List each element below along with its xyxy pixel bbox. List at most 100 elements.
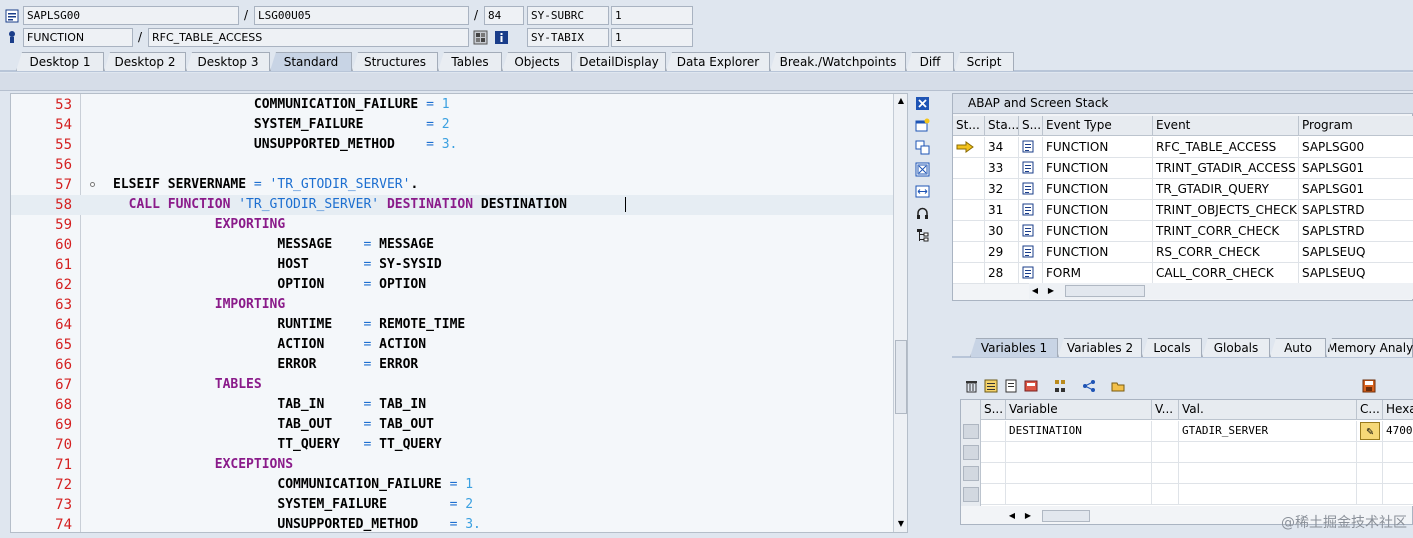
code-line[interactable]: 61 HOST = SY-SYSID (11, 255, 893, 275)
headset-icon[interactable] (914, 205, 931, 222)
variables-cell[interactable] (1383, 442, 1413, 463)
variables-cell[interactable] (1152, 484, 1179, 505)
code-line[interactable]: 67 TABLES (11, 375, 893, 395)
stack-column-header[interactable]: Event (1153, 116, 1299, 136)
tab-standard[interactable]: Standard (270, 52, 352, 71)
editor-scrollbar[interactable]: ▲ ▼ (893, 94, 907, 532)
stack-source-cell[interactable] (1019, 242, 1043, 263)
save-icon[interactable] (1361, 378, 1377, 394)
stack-status-cell[interactable] (953, 200, 985, 221)
stack-event-cell[interactable]: RFC_TABLE_ACCESS (1153, 137, 1299, 158)
line-number-field[interactable]: 84 (484, 6, 524, 25)
variables-cell[interactable] (1357, 484, 1383, 505)
change-value-cell[interactable]: ✎ (1357, 421, 1383, 442)
code-line[interactable]: 74 UNSUPPORTED_METHOD = 3. (11, 515, 893, 532)
type-field[interactable]: FUNCTION (23, 28, 133, 47)
stack-event-type-cell[interactable]: FUNCTION (1043, 200, 1153, 221)
code-line[interactable]: 64 RUNTIME = REMOTE_TIME (11, 315, 893, 335)
delete-icon[interactable] (963, 378, 979, 394)
tab-auto[interactable]: Auto (1270, 338, 1326, 357)
split-horizontal-icon[interactable] (914, 183, 931, 200)
close-icon[interactable] (914, 95, 931, 112)
stack-status-cell[interactable] (953, 242, 985, 263)
stack-event-cell[interactable]: TRINT_CORR_CHECK (1153, 221, 1299, 242)
tab-break-watchpoints[interactable]: Break./Watchpoints (770, 52, 906, 71)
stack-program-cell[interactable]: SAPLSG00 (1299, 137, 1413, 158)
stack-column-header[interactable]: Event Type (1043, 116, 1153, 136)
code-line[interactable]: 56 (11, 155, 893, 175)
code-line[interactable]: 71 EXCEPTIONS (11, 455, 893, 475)
code-line[interactable]: 54 SYSTEM_FAILURE = 2 (11, 115, 893, 135)
variables-cell[interactable] (1383, 463, 1413, 484)
stack-source-cell[interactable] (1019, 137, 1043, 158)
tab-objects[interactable]: Objects (502, 52, 572, 71)
tab-script[interactable]: Script (954, 52, 1014, 71)
tab-desktop-2[interactable]: Desktop 2 (104, 52, 186, 71)
scroll-thumb[interactable] (1042, 510, 1090, 522)
fold-marker-icon[interactable] (90, 182, 95, 187)
variable-value-cell[interactable]: GTADIR_SERVER (1179, 421, 1357, 442)
variables-cell[interactable] (1006, 484, 1152, 505)
stack-source-cell[interactable] (1019, 221, 1043, 242)
hierarchy-icon[interactable] (1052, 378, 1068, 394)
variables-cell[interactable] (1357, 442, 1383, 463)
tab-structures[interactable]: Structures (352, 52, 438, 71)
tab-globals[interactable]: Globals (1202, 338, 1270, 357)
stack-level-cell[interactable]: 28 (985, 263, 1019, 284)
maximize-icon[interactable] (914, 161, 931, 178)
code-line[interactable]: 63 IMPORTING (11, 295, 893, 315)
code-line[interactable]: 59 EXPORTING (11, 215, 893, 235)
variables-cell[interactable] (1357, 463, 1383, 484)
program-field[interactable]: SAPLSG00 (23, 6, 239, 25)
variables-cell[interactable] (981, 442, 1006, 463)
stack-source-cell[interactable] (1019, 200, 1043, 221)
row-selector[interactable] (963, 466, 979, 481)
code-line[interactable]: 68 TAB_IN = TAB_IN (11, 395, 893, 415)
tab-diff[interactable]: Diff (906, 52, 954, 71)
code-line[interactable]: 70 TT_QUERY = TT_QUERY (11, 435, 893, 455)
stack-program-cell[interactable]: SAPLSEUQ (1299, 263, 1413, 284)
scroll-right-icon[interactable]: ▶ (1045, 285, 1057, 297)
save-variant-icon[interactable] (1023, 378, 1039, 394)
variables-cell[interactable] (981, 421, 1006, 442)
stack-event-cell[interactable]: CALL_CORR_CHECK (1153, 263, 1299, 284)
edit-pencil-icon[interactable]: ✎ (1360, 422, 1380, 440)
info-icon[interactable] (493, 29, 510, 46)
scroll-up-icon[interactable]: ▲ (895, 95, 907, 107)
include-field[interactable]: LSG00U05 (254, 6, 469, 25)
stack-source-cell[interactable] (1019, 263, 1043, 284)
tab-desktop-3[interactable]: Desktop 3 (186, 52, 270, 71)
tab-locals[interactable]: Locals (1142, 338, 1202, 357)
variables-cell[interactable] (1179, 463, 1357, 484)
stack-status-cell[interactable] (953, 179, 985, 200)
scroll-right-icon[interactable]: ▶ (1022, 510, 1034, 522)
code-line[interactable]: 60 MESSAGE = MESSAGE (11, 235, 893, 255)
stack-level-cell[interactable]: 34 (985, 137, 1019, 158)
variables-cell[interactable] (1006, 463, 1152, 484)
tab-variables-1[interactable]: Variables 1 (970, 338, 1058, 357)
tab-memory-analysis[interactable]: Memory Analy (1326, 338, 1413, 357)
stack-column-header[interactable]: S... (1019, 116, 1043, 136)
variable-name-cell[interactable]: DESTINATION (1006, 421, 1152, 442)
variables-column-header[interactable]: Val. (1179, 400, 1357, 420)
variables-cell[interactable] (981, 463, 1006, 484)
tab-detaildisplay[interactable]: DetailDisplay (572, 52, 666, 71)
stack-source-cell[interactable] (1019, 158, 1043, 179)
network-icon[interactable] (1081, 378, 1097, 394)
stack-event-type-cell[interactable]: FUNCTION (1043, 221, 1153, 242)
variables-cell[interactable] (1179, 484, 1357, 505)
stack-status-cell[interactable] (953, 263, 985, 284)
row-selector[interactable] (963, 445, 979, 460)
stack-event-cell[interactable]: TRINT_OBJECTS_CHECK... (1153, 200, 1299, 221)
stack-event-type-cell[interactable]: FUNCTION (1043, 242, 1153, 263)
variables-cell[interactable] (1152, 442, 1179, 463)
tab-desktop-1[interactable]: Desktop 1 (16, 52, 104, 71)
stack-status-cell[interactable] (953, 158, 985, 179)
variables-cell[interactable] (1006, 442, 1152, 463)
stack-program-cell[interactable]: SAPLSEUQ (1299, 242, 1413, 263)
stack-column-header[interactable]: St... (953, 116, 985, 136)
hex-value-cell[interactable]: 4700- (1383, 421, 1413, 442)
scroll-thumb[interactable] (895, 340, 907, 414)
folder-icon[interactable] (1110, 378, 1126, 394)
stack-column-header[interactable]: Sta... (985, 116, 1019, 136)
